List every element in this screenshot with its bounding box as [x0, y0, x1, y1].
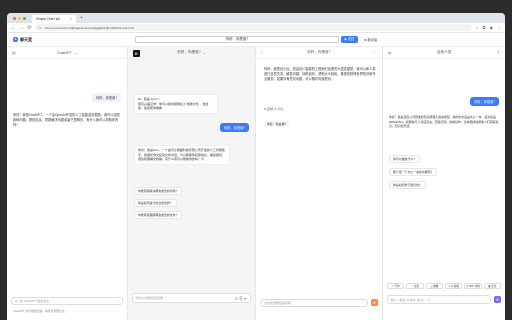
- kimi-panel: K 你好，你是谁? ⌄ Hi，我是 Kimi～ 很高兴遇见你！你可以随时把网址🔗…: [128, 47, 256, 320]
- kimi-input-placeholder: 你可以问我任何问题: [136, 296, 164, 300]
- chatgpt-panel: ▤ ChatGPT ⌄ 你好，你是谁? 你好！我是ChatGPT，一个由Open…: [7, 47, 128, 320]
- chatgpt-header: ▤ ChatGPT ⌄: [7, 47, 127, 59]
- baixiaoying-header: ‹ 你好，你是谁? ⋯: [256, 47, 382, 59]
- menu-icon[interactable]: ⋮: [497, 25, 501, 30]
- baixiaoying-input-placeholder: 点击发送按钮提问吧: [264, 301, 292, 305]
- baixiaoying-title: 你好，你是谁?: [307, 50, 331, 54]
- bot-message: 你好！我是Kimi，一个由月之暗面科技有限公司开发的人工智能助手。我擅长中文和英…: [134, 145, 230, 165]
- back-chevron-icon[interactable]: ‹: [261, 50, 262, 55]
- tool-drawing[interactable]: ☆ 绘画: [406, 283, 424, 289]
- tab-bar: Simple Chat Hub × +: [7, 13, 505, 23]
- share-icon[interactable]: ⇪: [497, 50, 500, 55]
- kimi-input[interactable]: 你可以问我任何问题 ⌬ ⎘ ➤: [132, 293, 251, 303]
- baixiaoying-input[interactable]: 点击发送按钮提问吧: [260, 299, 368, 307]
- close-window-button[interactable]: [13, 16, 16, 20]
- more-icon[interactable]: ⋯: [373, 50, 377, 55]
- kimi-greeting: Hi，我是 Kimi～ 很高兴遇见你！你可以随时把网址🔗或者文件📄发给我，我来帮…: [134, 94, 218, 114]
- chatgpt-footer: ChatGPT 也可能会犯错。请核查重要信息。: [13, 309, 68, 313]
- kimi-header: K 你好，你是谁? ⌄: [128, 47, 255, 59]
- close-icon[interactable]: ×: [70, 17, 72, 21]
- attachment-icons[interactable]: ⌬ ⎘ ➤: [235, 296, 247, 301]
- back-icon[interactable]: ←: [11, 25, 16, 31]
- app-name: 聊天室: [20, 36, 32, 42]
- suggestion-1[interactable]: 你可以做些什么？: [389, 155, 421, 163]
- shared-prompt-input[interactable]: 你好，你是谁?: [135, 36, 339, 43]
- chatgpt-input-placeholder: 给"ChatGPT"发送消息: [19, 299, 50, 303]
- bot-message: 你好，我是百小应，是由百川智能的工程师们创造的大语言模型。我可以和人类进行自然交…: [264, 67, 376, 82]
- tool-ai-edit[interactable]: ✎ AI 编辑: [444, 283, 463, 289]
- baixiaoying-panel: ‹ 你好，你是谁? ⋯ 你好，我是百小应，是由百川智能的工程师们创造的大语言模型…: [256, 47, 383, 320]
- tool-writing[interactable]: ✍ 写作: [387, 283, 405, 289]
- suggestion-1[interactable]: 你能帮我解决哪些类型的问题？: [134, 187, 183, 195]
- tool-row: ✍ 写作 ☆ 绘画 ◷ 图像 ✎ AI 编辑 ⎙ PDF 转换 ▦ 更多: [387, 283, 501, 289]
- app-header: S 聊天室 你好，你是谁? ▶ 发送 ⊕ 新对话: [7, 33, 505, 47]
- kimi-title: 你好，你是谁?: [177, 50, 201, 54]
- new-conversation-button[interactable]: ⊕ 新对话: [364, 37, 377, 42]
- url-text: chrome-extension://dpflgaeekmmimakgejjjk…: [44, 25, 134, 30]
- sidebar-toggle-icon[interactable]: ▤: [12, 50, 16, 55]
- suggestion-2[interactable]: 能介绍一下文心一言的功能吗？: [389, 168, 438, 176]
- chevron-down-icon[interactable]: ⌄: [74, 51, 77, 55]
- message-actions[interactable]: ⧉ 复制 ↺ 分享: [264, 107, 283, 111]
- extension-icon: ⊙: [39, 25, 42, 30]
- profile-icon[interactable]: ◉: [490, 25, 494, 30]
- reload-icon[interactable]: ⟳: [27, 25, 32, 31]
- suggestion-3[interactable]: 你是如何学习知识的？: [389, 181, 426, 189]
- browser-window: Simple Chat Hub × + ← → ⟳ ⊙ chrome-exten…: [7, 13, 505, 320]
- minimize-window-button[interactable]: [18, 16, 21, 20]
- send-arrow-icon[interactable]: ↑: [117, 299, 119, 304]
- user-message: 你好，你是谁?: [470, 97, 499, 106]
- send-icon[interactable]: ➤: [494, 296, 501, 303]
- kimi-logo: K: [133, 50, 140, 57]
- wenxin-input-placeholder: 输入 / 换出 AI 指令 或 @ 一下: [391, 297, 431, 302]
- send-icon[interactable]: ➤: [371, 299, 378, 306]
- tab-title: Simple Chat Hub: [36, 17, 61, 21]
- chatgpt-input[interactable]: ⊕ 给"ChatGPT"发送消息 ↑: [11, 297, 123, 305]
- browser-tab[interactable]: Simple Chat Hub ×: [32, 15, 76, 23]
- wenxin-input[interactable]: 输入 / 换出 AI 指令 或 @ 一下: [387, 295, 491, 304]
- app-logo: S 聊天室: [13, 37, 32, 43]
- bot-message: 你好！我是百度公司研发的知识增强大语言模型，我的中文名是文心一言，英文名是ERN…: [389, 115, 499, 129]
- user-message: 你好，你是谁?: [92, 93, 121, 102]
- user-message: 你好，你是谁?: [264, 121, 289, 127]
- wenxin-header: ⇆ 自我介绍 ⇪: [383, 47, 505, 59]
- extensions-icon[interactable]: ⧉: [483, 25, 486, 30]
- logo-mark-icon: S: [13, 37, 18, 42]
- sidebar-toggle-icon[interactable]: ⇆: [388, 50, 391, 55]
- suggestion-2[interactable]: 你是如何进行信息搜索的？: [134, 199, 177, 207]
- attach-icon[interactable]: ⊕: [15, 299, 18, 303]
- maximize-window-button[interactable]: [23, 16, 26, 20]
- wenxin-panel: ⇆ 自我介绍 ⇪ 你好，你是谁? 你好！我是百度公司研发的知识增强大语言模型，我…: [383, 47, 505, 320]
- send-button[interactable]: ▶ 发送: [341, 36, 358, 43]
- window-controls: [13, 16, 26, 20]
- tool-pdf[interactable]: ⎙ PDF 转换: [464, 283, 482, 289]
- forward-icon[interactable]: →: [19, 25, 24, 31]
- tool-more[interactable]: ▦ 更多: [483, 283, 501, 289]
- address-bar-row: ← → ⟳ ⊙ chrome-extension://dpflgaeekmmim…: [7, 23, 505, 33]
- chevron-down-icon[interactable]: ⌄: [203, 51, 206, 55]
- chat-columns: ▤ ChatGPT ⌄ 你好，你是谁? 你好！我是ChatGPT，一个由Open…: [7, 47, 505, 320]
- suggestion-3[interactable]: 你能帮我理解哪些类型的文件？: [134, 211, 183, 219]
- user-message: 你好，你是谁?: [220, 123, 249, 132]
- bookmark-star-icon[interactable]: ☆: [475, 25, 479, 30]
- chatgpt-title[interactable]: ChatGPT: [57, 51, 72, 55]
- bot-message: 你好！我是ChatGPT，一个由OpenAI开发的人工智能语言模型。我可以回答各…: [13, 113, 120, 128]
- new-tab-button[interactable]: +: [80, 15, 83, 21]
- wenxin-title: 自我介绍: [436, 50, 452, 54]
- url-field[interactable]: ⊙ chrome-extension://dpflgaeekmmimakgejj…: [35, 24, 473, 31]
- tool-image[interactable]: ◷ 图像: [425, 283, 443, 289]
